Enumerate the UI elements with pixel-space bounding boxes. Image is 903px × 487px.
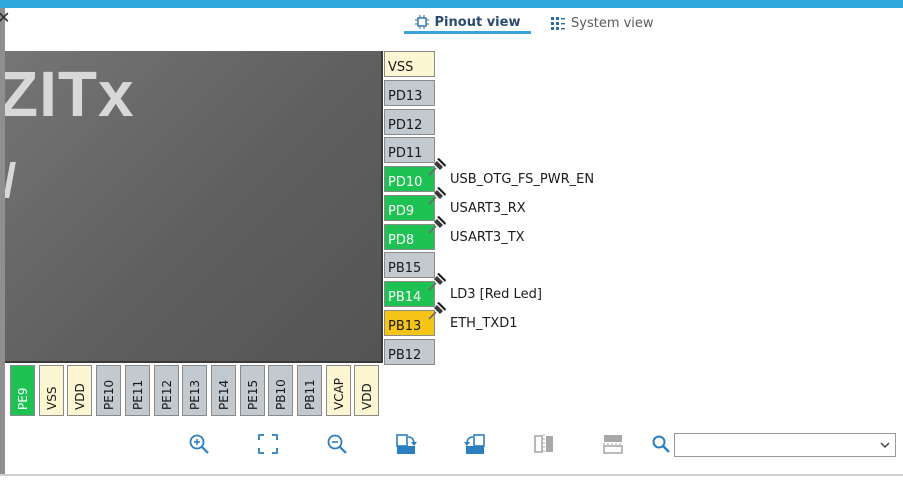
chip-icon: [414, 15, 429, 29]
zoom-out-icon[interactable]: [325, 432, 349, 456]
pushpin-icon: [428, 216, 446, 234]
tab-pinout-view[interactable]: Pinout view: [404, 13, 531, 34]
pin-name: PE14: [216, 379, 231, 410]
search-combobox[interactable]: [674, 433, 896, 457]
chip-part-number-line2: /: [5, 154, 16, 209]
tab-system-view[interactable]: System view: [551, 13, 654, 34]
pin-pb12[interactable]: PB12: [384, 339, 435, 365]
zoom-in-icon[interactable]: [187, 432, 211, 456]
pin-pb10[interactable]: PB10: [268, 365, 293, 416]
pin-name: PD10: [388, 175, 423, 190]
pushpin-icon: [428, 273, 446, 291]
pin-pe10[interactable]: PE10: [96, 365, 121, 416]
rotate-right-icon[interactable]: [394, 432, 418, 456]
list-grid-icon: [551, 17, 565, 30]
pin-name: PD12: [388, 118, 423, 133]
top-accent-bar: [0, 0, 903, 8]
pin-name: PE12: [159, 379, 174, 410]
fit-screen-icon[interactable]: [256, 432, 280, 456]
pin-name: VSS: [44, 386, 59, 410]
close-icon[interactable]: ✕: [0, 10, 10, 26]
pin-name: PE10: [101, 379, 116, 410]
pin-vss[interactable]: VSS: [39, 365, 64, 416]
pin-name: VDD: [72, 383, 87, 410]
tab-pinout-label: Pinout view: [434, 14, 521, 30]
pin-signal-label[interactable]: LD3 [Red Led]: [450, 287, 542, 302]
pin-name: PB15: [388, 261, 422, 276]
pin-signal-label[interactable]: ETH_TXD1: [450, 316, 518, 331]
pin-name: PD9: [388, 204, 415, 219]
pushpin-icon: [428, 158, 446, 176]
status-strip: [0, 476, 903, 487]
pin-name: PD8: [388, 233, 415, 248]
pin-name: PB14: [388, 290, 422, 305]
pushpin-icon: [428, 302, 446, 320]
pin-pe12[interactable]: PE12: [154, 365, 179, 416]
pin-pd12[interactable]: PD12: [384, 109, 435, 135]
pin-pe14[interactable]: PE14: [211, 365, 236, 416]
pin-vdd[interactable]: VDD: [67, 365, 92, 416]
pin-name: VCAP: [331, 377, 346, 410]
pin-pe9[interactable]: PE9: [10, 365, 35, 416]
pin-name: PD13: [388, 89, 423, 104]
pin-name: PE15: [245, 379, 260, 410]
chevron-down-icon[interactable]: [879, 439, 891, 451]
pin-name: PE9: [15, 387, 30, 410]
pin-name: VSS: [388, 60, 414, 75]
pin-signal-label[interactable]: USART3_RX: [450, 201, 526, 216]
pin-name: PB13: [388, 319, 422, 334]
pin-vss[interactable]: VSS: [384, 51, 435, 77]
flip-horizontal-icon[interactable]: [601, 432, 625, 456]
pin-pb11[interactable]: PB11: [297, 365, 322, 416]
pin-vdd[interactable]: VDD: [354, 365, 379, 416]
pin-pe15[interactable]: PE15: [240, 365, 265, 416]
pin-signal-label[interactable]: USB_OTG_FS_PWR_EN: [450, 172, 594, 187]
pin-pe11[interactable]: PE11: [125, 365, 150, 416]
pin-pd13[interactable]: PD13: [384, 80, 435, 106]
pin-pe13[interactable]: PE13: [182, 365, 207, 416]
rotate-left-icon[interactable]: [463, 432, 487, 456]
search-icon: [652, 435, 670, 453]
pin-name: PE11: [130, 379, 145, 410]
flip-vertical-icon[interactable]: [532, 432, 556, 456]
pin-name: PB12: [388, 348, 422, 363]
tab-system-label: System view: [571, 16, 654, 31]
chip-part-number: ZITx: [5, 58, 135, 130]
pin-name: PE13: [187, 379, 202, 410]
pin-signal-label[interactable]: USART3_TX: [450, 230, 525, 245]
mcu-chip-body: ZITx /: [5, 51, 383, 363]
pin-vcap[interactable]: VCAP: [326, 365, 351, 416]
pin-name: PB10: [273, 379, 288, 410]
pin-name: VDD: [359, 383, 374, 410]
pin-name: PD11: [388, 146, 423, 161]
pushpin-icon: [428, 187, 446, 205]
pin-name: PB11: [302, 379, 317, 410]
